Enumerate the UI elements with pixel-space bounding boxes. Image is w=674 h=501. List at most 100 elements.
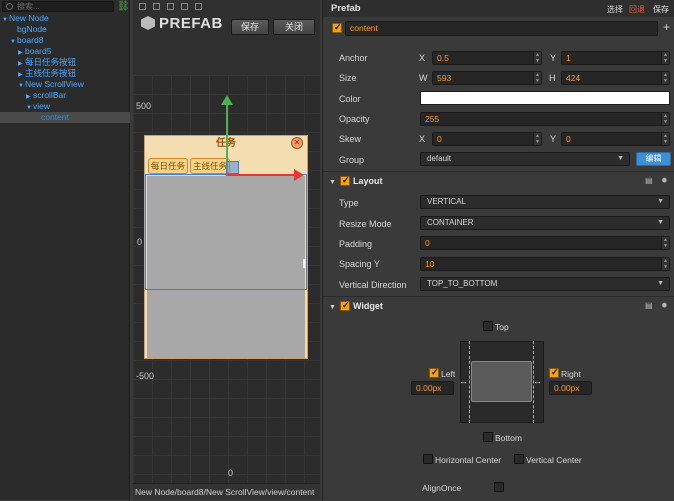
color-swatch[interactable] <box>420 91 670 105</box>
scene-path-status: New Node/board8/New ScrollView/view/cont… <box>133 483 320 500</box>
padding-input[interactable]: 0 ▲ ▼ <box>420 236 670 250</box>
align-right-label: Right <box>561 369 581 379</box>
tree-node[interactable]: ▼board8 <box>0 35 130 46</box>
padding-label: Padding <box>339 239 373 249</box>
align-once-checkbox[interactable] <box>494 482 504 492</box>
tree-node-label: New Node <box>9 13 49 23</box>
scene-toolbar <box>133 0 320 75</box>
skew-label: Skew <box>339 134 362 144</box>
link-icon[interactable]: ⛓ <box>117 1 130 12</box>
gear-icon[interactable]: ✹ <box>661 177 669 185</box>
tree-node-label: 每日任务按钮 <box>25 57 77 67</box>
opacity-label: Opacity <box>339 114 370 124</box>
daily-task-tab[interactable]: 每日任务 <box>148 158 188 174</box>
select-button[interactable]: 选择 <box>607 4 623 15</box>
layout-type-select[interactable]: VERTICAL ▼ <box>420 195 670 209</box>
resize-mode-select[interactable]: CONTAINER ▼ <box>420 216 670 230</box>
revert-button[interactable]: 回退 <box>629 4 645 15</box>
tree-node[interactable]: content <box>0 112 130 123</box>
padding-stepper[interactable]: ▲ ▼ <box>661 237 669 249</box>
skew-y-stepper[interactable]: ▲ ▼ <box>661 133 669 145</box>
node-active-checkbox[interactable] <box>332 22 342 33</box>
save-button[interactable]: 保存 <box>653 4 669 15</box>
size-h-stepper[interactable]: ▲ ▼ <box>661 72 669 84</box>
layout-enabled-checkbox[interactable] <box>340 175 350 186</box>
hierarchy-search-input[interactable]: 搜索... <box>2 1 114 12</box>
tree-node[interactable]: ▼view <box>0 101 130 112</box>
chevron-down-icon: ▼ <box>657 219 664 226</box>
scale-tool-icon[interactable] <box>167 3 174 10</box>
group-value: default <box>427 154 452 163</box>
size-w-input[interactable]: 593 ▲ ▼ <box>432 71 542 85</box>
divider <box>323 171 674 172</box>
size-w-value: 593 <box>437 73 452 83</box>
anchor-y-input[interactable]: 1 ▲ ▼ <box>561 51 670 65</box>
scrollbar-handle[interactable] <box>303 259 306 268</box>
tree-node[interactable]: ▶ board5 <box>0 46 130 57</box>
size-w-label: W <box>419 73 428 83</box>
book-icon[interactable]: ▤ <box>645 302 653 310</box>
align-top-checkbox[interactable] <box>483 321 493 331</box>
right-offset-input[interactable]: 0.00px <box>549 381 592 395</box>
spacing-y-stepper[interactable]: ▲ ▼ <box>661 258 669 270</box>
left-offset-input[interactable]: 0.00px <box>411 381 454 395</box>
opacity-stepper[interactable]: ▲ ▼ <box>661 113 669 125</box>
tree-node[interactable]: ▼New Node <box>0 13 130 24</box>
window-close-icon[interactable]: ✕ <box>291 137 303 149</box>
skew-x-input[interactable]: 0 ▲ ▼ <box>432 132 542 146</box>
gizmo-center-handle[interactable] <box>226 161 239 174</box>
main-task-tab[interactable]: 主线任务 <box>190 158 230 174</box>
group-edit-button[interactable]: 编辑 <box>636 152 671 166</box>
node-name-input[interactable]: content <box>345 21 658 36</box>
vertical-center-checkbox[interactable] <box>514 454 524 464</box>
skew-y-input[interactable]: 0 ▲ ▼ <box>561 132 670 146</box>
prefab-close-button[interactable]: 关闭 <box>273 19 315 35</box>
rect-tool-icon[interactable] <box>181 3 188 10</box>
inspector-title: Prefab <box>331 3 361 14</box>
align-right-checkbox[interactable] <box>549 367 559 378</box>
search-placeholder: 搜索... <box>17 2 40 11</box>
widget-enabled-checkbox[interactable] <box>340 300 350 311</box>
collapse-triangle-icon[interactable]: ▼ <box>329 301 338 315</box>
gizmo-y-arrow-icon[interactable] <box>221 95 233 105</box>
rotate-tool-icon[interactable] <box>153 3 160 10</box>
size-w-stepper[interactable]: ▲ ▼ <box>533 72 541 84</box>
inspector-panel: Prefab 选择 回退 保存 content + Anchor X 0.5 ▲▼… <box>322 0 674 500</box>
opacity-input[interactable]: 255 ▲ ▼ <box>420 112 670 126</box>
vertical-direction-select[interactable]: TOP_TO_BOTTOM ▼ <box>420 277 670 291</box>
skew-y-label: Y <box>550 134 557 144</box>
align-bottom-checkbox[interactable] <box>483 432 493 442</box>
add-component-icon[interactable]: + <box>663 20 670 34</box>
align-top-label: Top <box>495 322 509 332</box>
spacing-y-input[interactable]: 10 ▲ ▼ <box>420 257 670 271</box>
anchor-x-stepper[interactable]: ▲ ▼ <box>533 52 541 64</box>
pivot-tool-icon[interactable] <box>195 3 202 10</box>
divider <box>323 296 674 297</box>
widget-title: Widget <box>353 301 383 311</box>
tree-node[interactable]: ▶ 主线任务按钮 <box>0 68 130 79</box>
size-h-input[interactable]: 424 ▲ ▼ <box>561 71 670 85</box>
anchor-y-stepper[interactable]: ▲ ▼ <box>661 52 669 64</box>
skew-x-stepper[interactable]: ▲ ▼ <box>533 133 541 145</box>
prefab-save-button[interactable]: 保存 <box>231 19 269 35</box>
tree-node[interactable]: bgNode <box>0 24 130 35</box>
prefab-mode-label: PREFAB <box>141 15 223 32</box>
move-tool-icon[interactable] <box>139 3 146 10</box>
gear-icon[interactable]: ✹ <box>661 302 669 310</box>
tree-node[interactable]: ▶ scrollBar <box>0 90 130 101</box>
size-h-value: 424 <box>566 73 581 83</box>
gizmo-x-axis[interactable] <box>226 174 296 176</box>
tree-node[interactable]: ▼New ScrollView <box>0 79 130 90</box>
size-h-label: H <box>549 73 556 83</box>
tree-node-label: scrollBar <box>33 90 67 100</box>
book-icon[interactable]: ▤ <box>645 177 653 185</box>
axis-tick-neg500: -500 <box>136 371 155 381</box>
group-select[interactable]: default ▼ <box>420 152 630 166</box>
gizmo-x-arrow-icon[interactable] <box>294 169 304 181</box>
collapse-triangle-icon[interactable]: ▼ <box>329 176 338 190</box>
align-left-checkbox[interactable] <box>429 367 439 378</box>
anchor-x-input[interactable]: 0.5 ▲ ▼ <box>432 51 542 65</box>
tree-node[interactable]: ▶ 每日任务按钮 <box>0 57 130 68</box>
horizontal-center-checkbox[interactable] <box>423 454 433 464</box>
vertical-direction-label: Vertical Direction <box>339 280 407 290</box>
